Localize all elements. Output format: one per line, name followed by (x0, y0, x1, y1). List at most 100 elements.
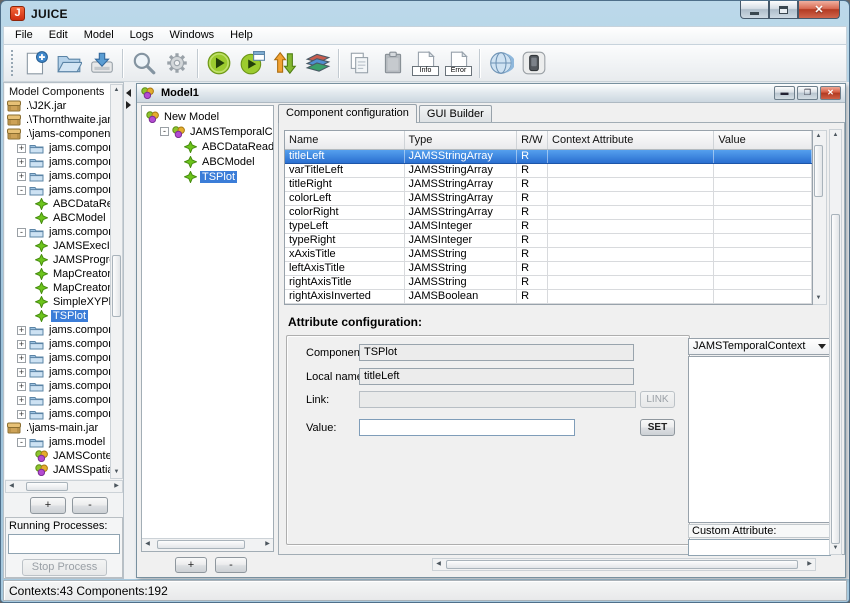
info-log-icon[interactable]: Info (409, 48, 442, 79)
model-tree-horizontal-scrollbar[interactable]: ◀ ▶ (142, 538, 273, 551)
expander-icon[interactable]: + (17, 396, 26, 405)
expander-icon[interactable]: - (17, 228, 26, 237)
settings-gear-icon[interactable] (160, 48, 193, 79)
panel-vertical-scrollbar[interactable]: ▲ ▼ (829, 129, 842, 555)
column-header-context_attribute[interactable]: Context Attribute (548, 131, 714, 149)
table-row-titleRight[interactable]: titleRightJAMSStringArrayR (285, 178, 812, 192)
scrollbar-thumb[interactable] (26, 482, 68, 491)
expander-icon[interactable]: + (17, 410, 26, 419)
expander-icon[interactable]: + (17, 326, 26, 335)
tree-item-jams-componen[interactable]: +jams.componen (5, 169, 123, 183)
tree-item-mapcreator[interactable]: MapCreator (5, 267, 123, 281)
layers-icon[interactable] (301, 48, 334, 79)
running-processes-list[interactable] (8, 534, 120, 554)
sidebar-horizontal-scrollbar[interactable]: ◀ ▶ (5, 480, 123, 493)
panel-horizontal-scrollbar[interactable]: ◀ ▶ (432, 558, 816, 571)
table-vertical-scrollbar[interactable]: ▲ ▼ (813, 130, 827, 305)
menu-file[interactable]: File (7, 27, 41, 44)
model-tree-remove-button[interactable]: - (215, 557, 247, 573)
copy-icon[interactable] (343, 48, 376, 79)
expander-icon[interactable]: - (160, 127, 169, 136)
paste-icon[interactable] (376, 48, 409, 79)
tree-item-new-model[interactable]: New Model (142, 109, 273, 124)
save-model-icon[interactable] (85, 48, 118, 79)
tree-item-simplexyplo[interactable]: SimpleXYPlo (5, 295, 123, 309)
table-row-colorLeft[interactable]: colorLeftJAMSStringArrayR (285, 192, 812, 206)
table-row-typeLeft[interactable]: typeLeftJAMSIntegerR (285, 220, 812, 234)
expand-right-icon[interactable] (126, 101, 131, 109)
minimize-button[interactable] (740, 1, 769, 19)
table-row-rightAxisTitle[interactable]: rightAxisTitleJAMSStringR (285, 276, 812, 290)
scroll-right-icon[interactable]: ▶ (262, 539, 273, 550)
custom-attribute-input[interactable] (688, 539, 831, 556)
run-model-gui-icon[interactable] (235, 48, 268, 79)
menu-logs[interactable]: Logs (122, 27, 162, 44)
model-tree-add-button[interactable]: + (175, 557, 207, 573)
table-row-typeRight[interactable]: typeRightJAMSIntegerR (285, 234, 812, 248)
frame-restore-button[interactable]: ❐ (797, 86, 818, 100)
tree-item-abcmodel[interactable]: ABCModel (142, 154, 273, 169)
tree-item-jams-componen[interactable]: +jams.componen (5, 365, 123, 379)
scrollbar-thumb[interactable] (446, 560, 798, 569)
scroll-left-icon[interactable]: ◀ (142, 539, 153, 550)
tree-item--thornthwaite-jar[interactable]: .\Thornthwaite.jar (5, 113, 123, 127)
sidebar-splitter[interactable] (124, 82, 135, 579)
table-row-colorRight[interactable]: colorRightJAMSStringArrayR (285, 206, 812, 220)
table-row-xAxisTitle[interactable]: xAxisTitleJAMSStringR (285, 248, 812, 262)
scrollbar-thumb[interactable] (814, 145, 823, 197)
expander-icon[interactable]: - (17, 186, 26, 195)
menu-model[interactable]: Model (76, 27, 122, 44)
expander-icon[interactable]: + (17, 144, 26, 153)
tree-item-abcdatareader[interactable]: ABCDataReader (142, 139, 273, 154)
open-model-icon[interactable] (52, 48, 85, 79)
context-selector[interactable]: JAMSTemporalContext (688, 338, 831, 355)
expander-icon[interactable]: + (17, 172, 26, 181)
column-header-value[interactable]: Value (714, 131, 812, 149)
add-component-button[interactable]: + (30, 497, 66, 514)
remove-component-button[interactable]: - (72, 497, 108, 514)
tree-item-jams-componen[interactable]: -jams.componen (5, 225, 123, 239)
scroll-left-icon[interactable]: ◀ (433, 559, 444, 570)
tree-item-jams-componen[interactable]: +jams.componen (5, 393, 123, 407)
frame-minimize-button[interactable]: ▬ (774, 86, 795, 100)
tree-item-jams-componen[interactable]: +jams.componen (5, 155, 123, 169)
scroll-down-icon[interactable]: ▼ (111, 467, 122, 478)
title-bar[interactable]: J JUICE ✕ (1, 1, 849, 26)
scroll-up-icon[interactable]: ▲ (830, 130, 841, 141)
tree-item--jams-components[interactable]: .\jams-components (5, 127, 123, 141)
menu-windows[interactable]: Windows (162, 27, 223, 44)
scroll-up-icon[interactable]: ▲ (111, 85, 122, 96)
tree-item-jamsprogre[interactable]: JAMSProgre (5, 253, 123, 267)
expander-icon[interactable]: + (17, 368, 26, 377)
menu-help[interactable]: Help (222, 27, 261, 44)
collapse-left-icon[interactable] (126, 89, 131, 97)
tree-item-jams-componen[interactable]: +jams.componen (5, 351, 123, 365)
error-log-icon[interactable]: Error (442, 48, 475, 79)
tree-item-jams-componen[interactable]: -jams.componen (5, 183, 123, 197)
tree-item-abcmodel[interactable]: ABCModel (5, 211, 123, 225)
tree-item-abcdatare[interactable]: ABCDataRe (5, 197, 123, 211)
scroll-left-icon[interactable]: ◀ (6, 481, 17, 492)
scrollbar-thumb[interactable] (112, 255, 121, 317)
tab-gui-builder[interactable]: GUI Builder (419, 105, 492, 123)
table-row-titleLeft[interactable]: titleLeftJAMSStringArrayR (285, 150, 812, 164)
run-model-icon[interactable] (202, 48, 235, 79)
expander-icon[interactable]: + (17, 158, 26, 167)
tree-item-mapcreator[interactable]: MapCreator (5, 281, 123, 295)
tab-component-configuration[interactable]: Component configuration (278, 104, 417, 123)
set-button[interactable]: SET (640, 419, 675, 436)
tree-item-jams-componen[interactable]: +jams.componen (5, 337, 123, 351)
tree-item-jams-componen[interactable]: +jams.componen (5, 141, 123, 155)
model1-frame-titlebar[interactable]: Model1 ▬ ❐ ✕ (137, 84, 845, 103)
tree-item-jams-componen[interactable]: +jams.componen (5, 379, 123, 393)
table-row-rightAxisInverted[interactable]: rightAxisInvertedJAMSBooleanR (285, 290, 812, 304)
tree-item-jams-componen[interactable]: +jams.componen (5, 407, 123, 421)
tree-item-jamsexecin[interactable]: JAMSExecIn (5, 239, 123, 253)
table-row-leftAxisTitle[interactable]: leftAxisTitleJAMSStringR (285, 262, 812, 276)
toolbar-drag-handle[interactable] (10, 50, 14, 76)
scrollbar-thumb[interactable] (157, 540, 245, 549)
scroll-down-icon[interactable]: ▼ (813, 293, 824, 304)
maximize-button[interactable] (769, 1, 798, 19)
model-transfer-icon[interactable] (268, 48, 301, 79)
frame-close-button[interactable]: ✕ (820, 86, 841, 100)
